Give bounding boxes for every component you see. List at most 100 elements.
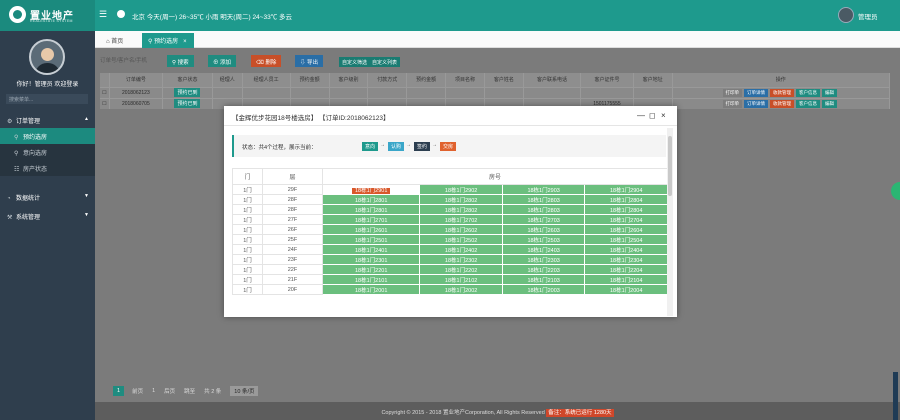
column-header[interactable]: 客户级别	[329, 73, 369, 87]
room-cell[interactable]: 18栋1门2103	[501, 274, 586, 285]
page-prev[interactable]: 前页	[132, 387, 143, 395]
search-button[interactable]: ⚲ 搜索	[167, 55, 194, 67]
page-goto[interactable]: 跳至	[184, 387, 195, 395]
room-cell[interactable]: 18栋1门2803	[501, 204, 586, 215]
column-header[interactable]: 预约金额	[406, 73, 447, 87]
room-cell[interactable]: 18栋1门2904	[584, 184, 668, 195]
room-cell[interactable]: 18栋1门2503	[501, 234, 586, 245]
room-cell[interactable]: 18栋1门2502	[419, 234, 503, 245]
table-row[interactable]: ☐ 2018062123 预约已到 打印单 订单详情 收款管理 客户信息 编辑	[100, 86, 891, 98]
room-cell[interactable]: 18栋1门2202	[419, 264, 503, 275]
page-next[interactable]: 后页	[164, 387, 175, 395]
room-cell[interactable]: 18栋1门2701	[321, 214, 421, 225]
room-cell[interactable]: 18栋1门2501	[321, 234, 421, 245]
room-cell[interactable]: 18栋1门2101	[321, 274, 421, 285]
row-action-button[interactable]: 订单详情	[744, 99, 769, 108]
room-cell[interactable]: 18栋1门2304	[584, 254, 668, 265]
sidebar-item-3[interactable]: ☷ 房产状态	[0, 160, 95, 176]
close-icon[interactable]: ×	[661, 111, 666, 120]
room-cell[interactable]: 18栋1门2802	[419, 204, 503, 215]
row-action-button[interactable]: 客户信息	[796, 99, 821, 108]
room-cell[interactable]: 18栋1门2001	[321, 284, 421, 295]
room-cell[interactable]: 18栋1门2003	[501, 284, 586, 295]
row-checkbox[interactable]: ☐	[100, 97, 110, 109]
modal-scrollbar[interactable]	[667, 128, 673, 316]
column-header[interactable]: 客户地址	[633, 73, 673, 87]
room-cell[interactable]: 18栋1门2601	[321, 224, 421, 235]
page-scrollbar[interactable]	[893, 372, 898, 420]
custom-columns-button[interactable]: 自定义列表	[369, 57, 401, 67]
column-header[interactable]: 客户证件号	[580, 73, 634, 87]
column-header[interactable]: 客户联系电话	[523, 73, 582, 87]
room-cell[interactable]: 18栋1门2603	[501, 224, 586, 235]
sidebar-item-1[interactable]: ⚲ 预约选房	[0, 128, 95, 144]
tab-home[interactable]: ⌂ 首页	[100, 33, 129, 48]
column-header[interactable]: 客户状态	[162, 73, 213, 87]
room-cell[interactable]: 18栋1门2004	[584, 284, 668, 295]
avatar[interactable]	[838, 7, 854, 23]
column-header[interactable]: 付款方式	[367, 73, 408, 87]
room-cell[interactable]: 18栋1门2703	[501, 214, 586, 225]
room-cell[interactable]: 18栋1门2902	[419, 184, 503, 195]
room-cell[interactable]: 18栋1门2204	[584, 264, 668, 275]
export-button[interactable]: ⇩ 导出	[295, 55, 324, 67]
sidebar-item-2[interactable]: ⚲ 意向选房	[0, 144, 95, 160]
room-cell[interactable]: 18栋1门2801	[321, 194, 421, 205]
tab-booking[interactable]: ⚲ 预约选房 ×	[142, 33, 194, 48]
logo[interactable]: 置业地产 REALESTATE SYSTEM	[0, 0, 95, 31]
row-action-button[interactable]: 收款管理	[770, 88, 795, 97]
room-cell[interactable]: 18栋1门2504	[584, 234, 668, 245]
user-name[interactable]: 管理员	[858, 11, 878, 21]
sidebar-search-input[interactable]: 搜索菜单...	[6, 94, 88, 104]
room-cell[interactable]: 18栋1门2704	[584, 214, 668, 225]
add-button[interactable]: ⊕ 添加	[208, 55, 237, 67]
minimize-icon[interactable]: —	[637, 111, 645, 120]
row-checkbox[interactable]: ☐	[100, 86, 110, 98]
room-cell[interactable]: 18栋1门2104	[584, 274, 668, 285]
delete-button[interactable]: ⌫ 删除	[251, 55, 282, 67]
column-header[interactable]: 经理人	[212, 73, 243, 87]
room-cell[interactable]: 18栋1门2903	[501, 184, 586, 195]
room-cell[interactable]: 18栋1门2203	[501, 264, 586, 275]
column-header[interactable]: 经理人员工	[242, 73, 291, 87]
row-action-button[interactable]: 编辑	[822, 88, 838, 97]
column-header[interactable]: 项目名称	[445, 73, 485, 87]
room-cell[interactable]: 18栋1门2802	[419, 194, 503, 205]
column-header[interactable]: 客户姓名	[484, 73, 524, 87]
page-number[interactable]: 1	[152, 388, 155, 394]
sidebar-item-4[interactable]: ◔ 数据统计 ▼	[0, 189, 95, 205]
room-cell[interactable]: 18栋1门2804	[584, 194, 668, 205]
column-header[interactable]: 操作	[672, 73, 891, 87]
room-cell[interactable]: 18栋1门2401	[321, 244, 421, 255]
room-cell[interactable]: 18栋1门2602	[419, 224, 503, 235]
custom-filter-button[interactable]: 自定义筛选	[339, 57, 371, 67]
row-action-button[interactable]: 编辑	[822, 99, 838, 108]
room-cell[interactable]: 18栋1门2302	[419, 254, 503, 265]
room-cell[interactable]: 18栋1门2604	[584, 224, 668, 235]
room-cell[interactable]: 18栋1门2404	[584, 244, 668, 255]
row-action-button[interactable]: 订单详情	[744, 88, 769, 97]
room-cell[interactable]: 18栋1门2201	[321, 264, 421, 275]
room-cell[interactable]: 18栋1门2403	[501, 244, 586, 255]
room-cell[interactable]: 18栋1门2002	[419, 284, 503, 295]
menu-icon[interactable]: ☰	[99, 10, 107, 19]
page-size-select[interactable]: 10 条/页	[230, 385, 259, 396]
row-action-button[interactable]: 打印单	[722, 99, 743, 108]
room-cell[interactable]: 18栋1门2801	[321, 204, 421, 215]
sidebar-item-5[interactable]: ⚒ 系统管理 ▼	[0, 208, 95, 224]
maximize-icon[interactable]: ◻	[649, 111, 656, 120]
room-cell[interactable]: 18栋1门2301	[321, 254, 421, 265]
room-cell[interactable]: 18栋1门2102	[419, 274, 503, 285]
column-header[interactable]: 订单编号	[109, 73, 163, 87]
row-action-button[interactable]: 客户信息	[796, 88, 821, 97]
column-header[interactable]: 预约金额	[290, 73, 330, 87]
room-cell[interactable]: 18栋1门2804	[584, 204, 668, 215]
room-cell[interactable]: 18栋1门2702	[419, 214, 503, 225]
room-cell[interactable]: 18栋1门2402	[419, 244, 503, 255]
row-action-button[interactable]: 打印单	[722, 88, 743, 97]
page-current[interactable]: 1	[113, 385, 125, 396]
search-input[interactable]: 订单号/客户名/手机	[100, 56, 158, 66]
room-cell[interactable]: 18栋1门2303	[501, 254, 586, 265]
close-icon[interactable]: ×	[183, 39, 187, 45]
column-header[interactable]	[100, 73, 110, 87]
